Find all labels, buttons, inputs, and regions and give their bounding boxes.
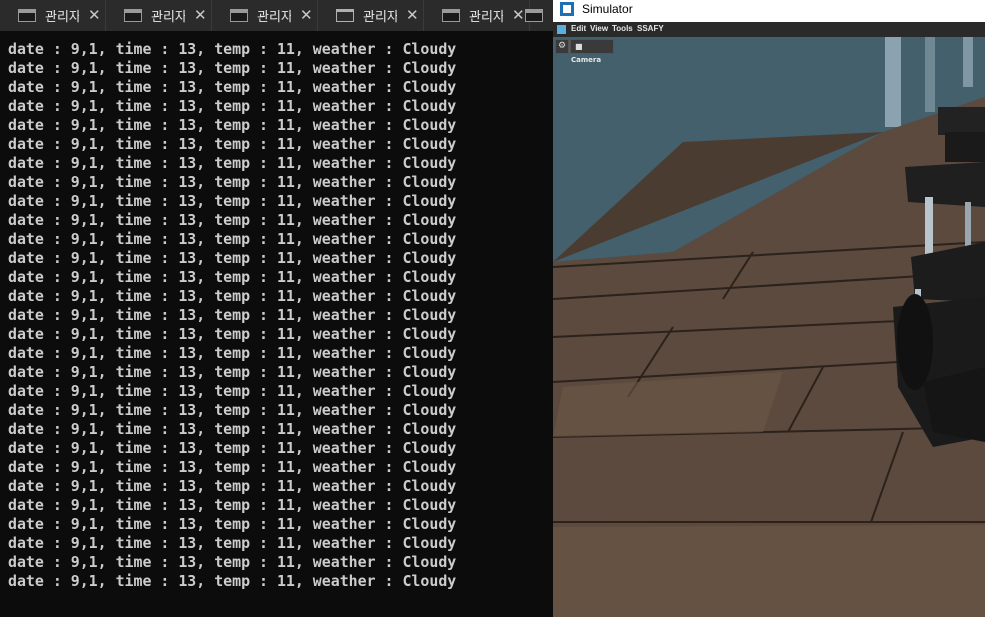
cmd-icon	[525, 9, 543, 22]
console-line: date : 9,1, time : 13, temp : 11, weathe…	[8, 135, 457, 153]
wall-pillar	[885, 37, 901, 127]
console-line: date : 9,1, time : 13, temp : 11, weathe…	[8, 325, 457, 343]
tab-label: 관리자	[151, 10, 185, 25]
console-line: date : 9,1, time : 13, temp : 11, weathe…	[8, 230, 457, 248]
wall-pillar	[925, 37, 935, 112]
simulator-menu-bar: Edit View Tools SSAFY	[553, 22, 985, 37]
console-line: date : 9,1, time : 13, temp : 11, weathe…	[8, 534, 457, 552]
terminal-tab-4[interactable]: 관리자 ✕	[318, 0, 424, 31]
console-line: date : 9,1, time : 13, temp : 11, weathe…	[8, 116, 457, 134]
terminal-window-icon	[336, 9, 354, 22]
tab-label: 관리자	[363, 10, 397, 25]
console-line: date : 9,1, time : 13, temp : 11, weathe…	[8, 59, 457, 77]
close-icon[interactable]: ✕	[194, 6, 207, 24]
cmd-icon	[18, 9, 36, 22]
console-line: date : 9,1, time : 13, temp : 11, weathe…	[8, 268, 457, 286]
console-line: date : 9,1, time : 13, temp : 11, weathe…	[8, 344, 457, 362]
logo-icon	[557, 25, 566, 34]
cmd-icon	[442, 9, 460, 22]
tab-label: 관리자	[45, 10, 79, 25]
console-line: date : 9,1, time : 13, temp : 11, weathe…	[8, 306, 457, 324]
console-line: date : 9,1, time : 13, temp : 11, weathe…	[8, 439, 457, 457]
tab-label: 관리자	[257, 10, 291, 25]
terminal-tab-6[interactable]	[525, 0, 553, 31]
terminal-tab-3[interactable]: 관리자 ✕	[212, 0, 318, 31]
3d-viewport[interactable]	[553, 37, 985, 617]
console-line: date : 9,1, time : 13, temp : 11, weathe…	[8, 154, 457, 172]
console-line: date : 9,1, time : 13, temp : 11, weathe…	[8, 420, 457, 438]
console-line: date : 9,1, time : 13, temp : 11, weathe…	[8, 477, 457, 495]
console-line: date : 9,1, time : 13, temp : 11, weathe…	[8, 363, 457, 381]
console-line: date : 9,1, time : 13, temp : 11, weathe…	[8, 382, 457, 400]
console-line: date : 9,1, time : 13, temp : 11, weathe…	[8, 401, 457, 419]
console-line: date : 9,1, time : 13, temp : 11, weathe…	[8, 97, 457, 115]
app-icon	[560, 2, 574, 16]
terminal-tab-5[interactable]: 관리자 ✕	[424, 0, 530, 31]
console-line: date : 9,1, time : 13, temp : 11, weathe…	[8, 40, 457, 58]
console-line: date : 9,1, time : 13, temp : 11, weathe…	[8, 287, 457, 305]
cmd-icon	[230, 9, 248, 22]
terminal-tab-2[interactable]: 관리자 ✕	[106, 0, 212, 31]
menu-ssafy[interactable]: SSAFY	[637, 24, 664, 33]
console-line: date : 9,1, time : 13, temp : 11, weathe…	[8, 458, 457, 476]
console-line: date : 9,1, time : 13, temp : 11, weathe…	[8, 192, 457, 210]
simulator-window: Simulator Edit View Tools SSAFY ⚙ ■Camer…	[553, 0, 985, 617]
console-line: date : 9,1, time : 13, temp : 11, weathe…	[8, 515, 457, 533]
camera-icon: ■	[575, 42, 583, 51]
console-line: date : 9,1, time : 13, temp : 11, weathe…	[8, 553, 457, 571]
close-icon[interactable]: ✕	[512, 6, 525, 24]
console-line: date : 9,1, time : 13, temp : 11, weathe…	[8, 572, 457, 590]
menu-tools[interactable]: Tools	[612, 24, 633, 33]
console-line: date : 9,1, time : 13, temp : 11, weathe…	[8, 496, 457, 514]
tab-label: 관리자	[469, 10, 503, 25]
gear-icon[interactable]: ⚙	[555, 39, 569, 54]
close-icon[interactable]: ✕	[406, 6, 419, 24]
console-output: date : 9,1, time : 13, temp : 11, weathe…	[8, 40, 456, 591]
terminal-tab-1[interactable]: 관리자 ✕	[0, 0, 106, 31]
wall-pillar	[963, 37, 973, 87]
menu-edit[interactable]: Edit	[571, 24, 586, 33]
simulator-title-bar[interactable]: Simulator	[553, 0, 985, 22]
console-line: date : 9,1, time : 13, temp : 11, weathe…	[8, 211, 457, 229]
close-icon[interactable]: ✕	[88, 6, 101, 24]
camera-button-label: Camera	[571, 56, 602, 64]
cmd-icon	[124, 9, 142, 22]
menu-view[interactable]: View	[590, 24, 608, 33]
terminal-window: 관리자 ✕ 관리자 ✕ 관리자 ✕ 관리자 ✕ 관리자 ✕ date : 9,1…	[0, 0, 553, 617]
terminal-tab-bar: 관리자 ✕ 관리자 ✕ 관리자 ✕ 관리자 ✕ 관리자 ✕	[0, 0, 553, 31]
console-line: date : 9,1, time : 13, temp : 11, weathe…	[8, 173, 457, 191]
window-title: Simulator	[582, 2, 633, 16]
camera-button[interactable]: ■ Camera	[570, 39, 614, 64]
console-line: date : 9,1, time : 13, temp : 11, weathe…	[8, 249, 457, 267]
close-icon[interactable]: ✕	[300, 6, 313, 24]
console-line: date : 9,1, time : 13, temp : 11, weathe…	[8, 78, 457, 96]
